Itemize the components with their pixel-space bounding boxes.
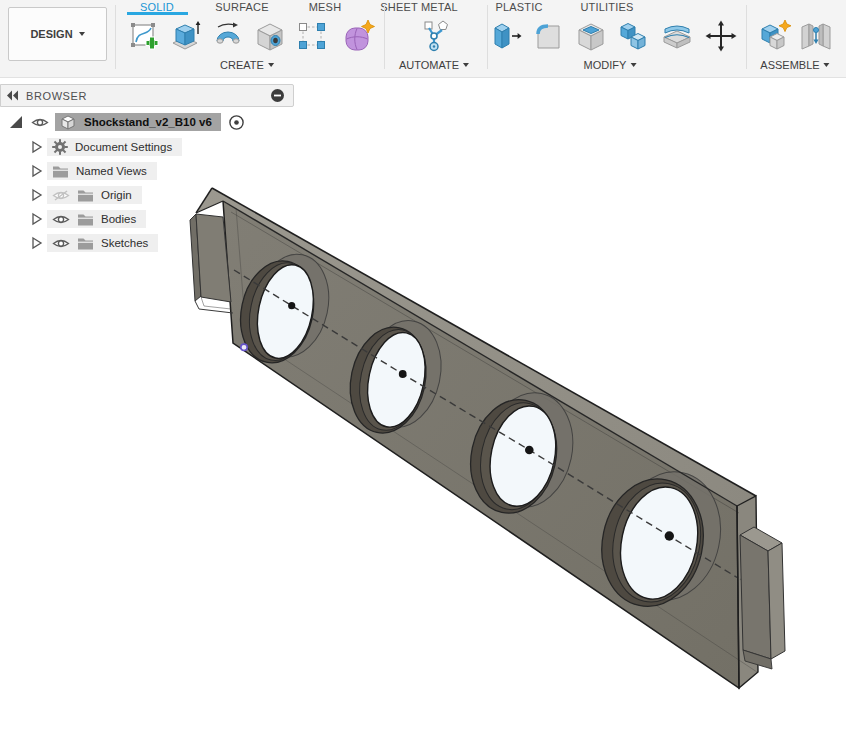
automate-icon[interactable] bbox=[417, 19, 451, 53]
assemble-group-label[interactable]: ASSEMBLE bbox=[760, 59, 829, 71]
tree-item-label[interactable]: Origin bbox=[101, 189, 132, 201]
press-pull-icon[interactable] bbox=[489, 19, 523, 53]
move-copy-icon[interactable] bbox=[704, 19, 738, 53]
toolbar-separator bbox=[746, 5, 747, 69]
tree-item-label[interactable]: Named Views bbox=[76, 165, 147, 177]
viewport-3d-model[interactable] bbox=[0, 0, 846, 738]
tree-item-label[interactable]: Document Settings bbox=[75, 141, 172, 153]
folder-icon bbox=[52, 165, 69, 178]
visibility-eye-icon[interactable] bbox=[52, 237, 70, 250]
tree-item-label[interactable]: Bodies bbox=[101, 213, 136, 225]
collapsed-arrow-icon[interactable] bbox=[31, 212, 43, 226]
right-tab bbox=[740, 527, 785, 669]
shell-icon[interactable] bbox=[574, 19, 608, 53]
split-body-icon[interactable] bbox=[660, 19, 694, 53]
toolbar: SOLID SURFACE MESH SHEET METAL PLASTIC U… bbox=[0, 0, 846, 78]
collapsed-arrow-icon[interactable] bbox=[31, 164, 43, 178]
tree-row-bodies[interactable]: Bodies bbox=[0, 210, 146, 228]
activate-component-radio[interactable] bbox=[228, 114, 245, 131]
revolve-icon[interactable] bbox=[211, 19, 245, 53]
rectangular-pattern-icon[interactable] bbox=[295, 19, 329, 53]
plate-body[interactable] bbox=[190, 188, 785, 688]
create-sketch-icon[interactable] bbox=[127, 19, 161, 53]
tree-row-sketches[interactable]: Sketches bbox=[0, 234, 158, 252]
chevron-down-icon bbox=[79, 32, 85, 36]
tree-row-document-settings[interactable]: Document Settings bbox=[0, 138, 182, 156]
fillet-icon[interactable] bbox=[531, 19, 565, 53]
component-cube-icon bbox=[59, 113, 77, 131]
folder-icon bbox=[77, 189, 94, 202]
collapsed-arrow-icon[interactable] bbox=[31, 188, 43, 202]
folder-icon bbox=[77, 213, 94, 226]
automate-group-label[interactable]: AUTOMATE bbox=[399, 59, 469, 71]
tree-row-root[interactable]: Shockstand_v2_B10 v6 bbox=[0, 113, 245, 131]
joint-icon[interactable] bbox=[799, 19, 833, 53]
gear-icon bbox=[52, 139, 68, 155]
tab-plastic[interactable]: PLASTIC bbox=[495, 1, 542, 13]
hole-icon[interactable] bbox=[253, 19, 287, 53]
tab-mesh[interactable]: MESH bbox=[309, 1, 342, 13]
modify-group-label[interactable]: MODIFY bbox=[584, 59, 637, 71]
browser-panel-title: BROWSER bbox=[26, 90, 87, 102]
tab-sheet-metal[interactable]: SHEET METAL bbox=[380, 1, 458, 13]
toolbar-separator bbox=[115, 5, 116, 69]
visibility-hidden-eye-icon[interactable] bbox=[52, 189, 70, 202]
extrude-icon[interactable] bbox=[169, 19, 203, 53]
tree-row-origin[interactable]: Origin bbox=[0, 186, 142, 204]
browser-panel-header[interactable]: BROWSER bbox=[0, 84, 294, 107]
active-tab-underline bbox=[127, 12, 188, 15]
collapsed-arrow-icon[interactable] bbox=[31, 140, 43, 154]
new-component-icon[interactable] bbox=[757, 19, 791, 53]
tab-utilities[interactable]: UTILITIES bbox=[580, 1, 633, 13]
collapsed-arrow-icon[interactable] bbox=[31, 236, 43, 250]
create-form-icon[interactable] bbox=[341, 19, 375, 53]
collapse-panel-icon[interactable] bbox=[5, 90, 21, 101]
toolbar-separator bbox=[384, 5, 385, 69]
design-menu-button[interactable]: DESIGN bbox=[8, 7, 107, 61]
expanded-arrow-icon[interactable] bbox=[10, 115, 24, 129]
create-group-label[interactable]: CREATE bbox=[220, 59, 274, 71]
combine-icon[interactable] bbox=[617, 19, 651, 53]
folder-icon bbox=[77, 237, 94, 250]
tree-row-named-views[interactable]: Named Views bbox=[0, 162, 157, 180]
root-component-name[interactable]: Shockstand_v2_B10 v6 bbox=[84, 116, 212, 128]
tree-item-label[interactable]: Sketches bbox=[101, 237, 148, 249]
origin-point bbox=[241, 344, 247, 350]
tab-surface[interactable]: SURFACE bbox=[215, 1, 268, 13]
visibility-eye-icon[interactable] bbox=[31, 116, 49, 129]
toolbar-separator bbox=[487, 5, 488, 69]
minimize-panel-icon[interactable] bbox=[270, 88, 285, 103]
visibility-eye-icon[interactable] bbox=[52, 213, 70, 226]
